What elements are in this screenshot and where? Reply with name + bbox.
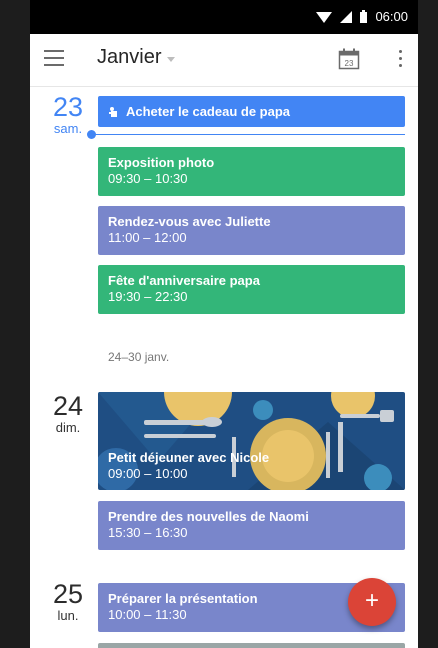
status-icons: 06:00 <box>316 9 408 24</box>
event-time: 09:30 – 10:30 <box>108 171 188 186</box>
day-header-23: 23 sam. <box>44 92 92 136</box>
app-bar: Janvier 23 <box>30 34 418 87</box>
event-title: Prendre des nouvelles de Naomi <box>108 509 309 524</box>
event-time: 19:30 – 22:30 <box>108 289 188 304</box>
event-text: Petit déjeuner avec Nicole 09:00 – 10:00 <box>108 450 269 482</box>
event-card[interactable]: Prendre des nouvelles de Naomi 15:30 – 1… <box>98 501 405 550</box>
dropdown-caret-icon <box>167 56 176 62</box>
event-time: 09:00 – 10:00 <box>108 466 188 481</box>
day-number: 24 <box>52 391 84 421</box>
create-event-button[interactable]: + <box>348 578 396 626</box>
event-card[interactable]: Exposition photo 09:30 – 10:30 <box>98 147 405 196</box>
month-title: Janvier <box>97 46 162 68</box>
calendar-icon-date: 23 <box>345 59 354 68</box>
event-title: Exposition photo <box>108 155 215 170</box>
battery-icon <box>360 10 368 23</box>
current-time-dot <box>87 130 96 139</box>
event-title: Fête d'anniversaire papa <box>108 273 260 288</box>
event-title: Rendez-vous avec Juliette <box>108 214 271 229</box>
event-card[interactable]: Fête d'anniversaire papa 19:30 – 22:30 <box>98 265 405 314</box>
day-weekday: sam. <box>53 121 83 136</box>
menu-button[interactable] <box>44 50 64 66</box>
day-number: 25 <box>52 579 84 609</box>
day-header-24: 24 dim. <box>44 391 92 435</box>
event-card[interactable]: Rendez-vous avec Juliette 11:00 – 12:00 <box>98 206 405 255</box>
device-bezel-left <box>0 0 30 648</box>
day-number: 23 <box>52 92 84 122</box>
schedule-list: 23 sam. Acheter le cadeau de papa Exposi… <box>30 87 418 648</box>
event-card-partial[interactable] <box>98 643 405 648</box>
day-weekday: lun. <box>57 608 79 623</box>
current-time-line <box>92 134 405 135</box>
phone-screen: 06:00 Janvier 23 23 sam. Acheter le cade… <box>30 0 418 648</box>
device-bezel-right <box>418 0 438 648</box>
plus-icon: + <box>364 587 379 614</box>
day-header-25: 25 lun. <box>44 579 92 623</box>
wifi-icon <box>316 11 333 23</box>
menu-icon <box>44 50 64 66</box>
event-title: Petit déjeuner avec Nicole <box>108 450 270 465</box>
month-selector[interactable]: Janvier <box>97 46 176 69</box>
event-time: 11:00 – 12:00 <box>108 230 187 245</box>
event-time: 15:30 – 16:30 <box>108 525 188 540</box>
more-vert-icon <box>396 50 404 67</box>
day-weekday: dim. <box>55 420 81 435</box>
calendar-icon: 23 <box>338 48 360 70</box>
event-card-photo[interactable]: Petit déjeuner avec Nicole 09:00 – 10:00 <box>98 392 405 490</box>
event-title: Acheter le cadeau de papa <box>126 103 291 119</box>
more-options-button[interactable] <box>396 50 404 70</box>
event-allday[interactable]: Acheter le cadeau de papa <box>98 96 405 127</box>
today-button[interactable]: 23 <box>338 48 360 70</box>
signal-icon <box>340 10 353 23</box>
status-bar: 06:00 <box>30 0 418 34</box>
status-time: 06:00 <box>375 9 408 24</box>
week-separator: 24–30 janv. <box>108 350 170 364</box>
gift-icon <box>109 106 117 117</box>
